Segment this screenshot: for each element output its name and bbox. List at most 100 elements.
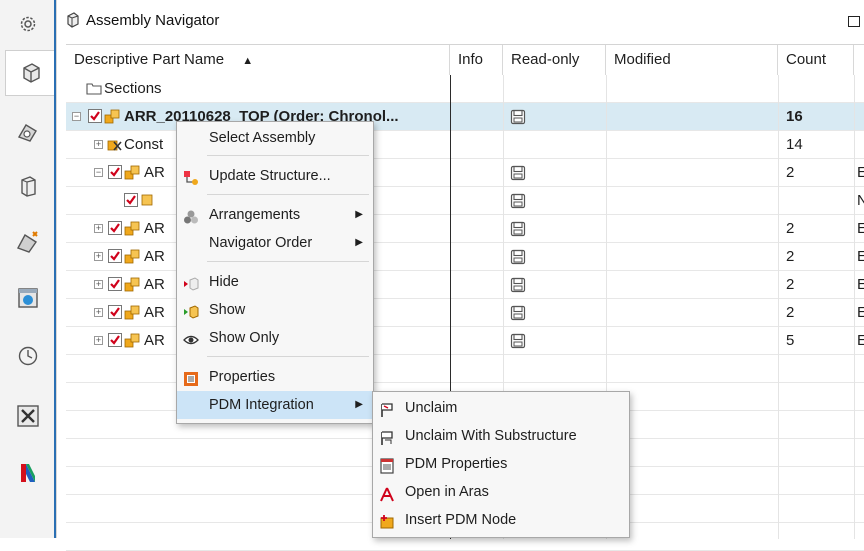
resource-bar <box>0 0 57 538</box>
unclaim-substructure-icon <box>379 428 395 445</box>
row-count: 16 <box>786 108 803 125</box>
visibility-checkbox[interactable] <box>88 109 102 123</box>
row-extra-column: E <box>857 220 864 237</box>
row-count: 14 <box>786 136 803 153</box>
submenu-arrow-icon: ▶ <box>355 399 363 410</box>
menu-item-select-assembly[interactable]: Select Assembly <box>177 124 373 152</box>
submenu-arrow-icon: ▶ <box>355 237 363 248</box>
column-header-readonly[interactable]: Read-only <box>503 45 606 75</box>
menu-item-pdm-properties[interactable]: PDM Properties <box>373 450 629 478</box>
expand-toggle[interactable]: + <box>94 252 103 261</box>
read-only-disk-icon <box>510 305 526 321</box>
read-only-disk-icon <box>510 165 526 181</box>
row-extra-column: E <box>857 276 864 293</box>
menu-item-show-only[interactable]: Show Only <box>177 324 373 352</box>
visibility-checkbox[interactable] <box>108 333 122 347</box>
read-only-disk-icon <box>510 333 526 349</box>
column-header-modified[interactable]: Modified <box>606 45 778 75</box>
column-header-info[interactable]: Info <box>450 45 503 75</box>
menu-item-insert-pdm-node[interactable]: Insert PDM Node <box>373 506 629 534</box>
visibility-checkbox[interactable] <box>108 249 122 263</box>
menu-separator <box>207 194 369 195</box>
visibility-checkbox[interactable] <box>124 193 138 207</box>
assembly-icon <box>124 248 140 264</box>
assembly-navigator-icon[interactable] <box>5 50 56 96</box>
menu-separator <box>207 356 369 357</box>
row-extra-column: E <box>857 304 864 321</box>
row-count: 5 <box>786 332 795 349</box>
assembly-icon <box>104 108 120 124</box>
row-count: 2 <box>786 304 795 321</box>
menu-item-properties[interactable]: Properties <box>177 363 373 391</box>
menu-item-unclaim-with-substructure[interactable]: Unclaim With Substructure <box>373 422 629 450</box>
menu-item-unclaim[interactable]: Unclaim <box>373 394 629 422</box>
row-name: Const <box>124 136 164 153</box>
assembly-icon <box>124 332 140 348</box>
menu-item-pdm-integration[interactable]: PDM Integration ▶ <box>177 391 373 419</box>
assembly-icon <box>124 304 140 320</box>
menu-item-hide[interactable]: Hide <box>177 268 373 296</box>
web-browser-icon[interactable] <box>12 282 44 314</box>
menu-item-arrangements[interactable]: Arrangements ▶ <box>177 201 373 229</box>
navigator-titlebar: Assembly Navigator <box>60 0 864 40</box>
visibility-checkbox[interactable] <box>108 221 122 235</box>
constraint-navigator-icon[interactable] <box>12 116 44 148</box>
expand-toggle[interactable]: + <box>94 336 103 345</box>
submenu-arrow-icon: ▶ <box>355 209 363 220</box>
row-name: AR <box>144 220 165 237</box>
read-only-disk-icon <box>510 277 526 293</box>
properties-icon <box>183 369 199 386</box>
pdm-properties-icon <box>379 456 395 474</box>
palette-icon[interactable] <box>12 456 44 488</box>
menu-separator <box>207 261 369 262</box>
unclaim-icon <box>379 400 395 417</box>
menu-item-open-in-aras[interactable]: Open in Aras <box>373 478 629 506</box>
row-extra-column: E <box>857 164 864 181</box>
row-name: AR <box>144 332 165 349</box>
constraints-icon <box>106 136 122 152</box>
part-navigator-icon[interactable] <box>12 170 44 202</box>
expand-toggle[interactable]: + <box>94 224 103 233</box>
row-count: 2 <box>786 220 795 237</box>
expand-toggle[interactable]: + <box>94 308 103 317</box>
history-icon[interactable] <box>12 340 44 372</box>
menu-item-update-structure[interactable]: Update Structure... <box>177 162 373 190</box>
column-header-next[interactable] <box>854 45 864 75</box>
context-menu: Select Assembly Update Structure... Arra… <box>176 121 374 424</box>
assembly-icon <box>124 220 140 236</box>
collapse-toggle[interactable]: − <box>72 112 81 121</box>
sort-ascending-icon: ▲ <box>242 55 254 67</box>
aras-icon <box>379 484 395 502</box>
pdm-submenu: Unclaim Unclaim With Substructure PDM Pr… <box>372 391 630 538</box>
assembly-icon <box>124 164 140 180</box>
row-name: Sections <box>104 80 162 97</box>
visibility-checkbox[interactable] <box>108 305 122 319</box>
show-icon <box>183 302 199 319</box>
process-studio-icon[interactable] <box>12 400 44 432</box>
expand-toggle[interactable]: + <box>94 140 103 149</box>
assembly-icon <box>124 276 140 292</box>
navigator-title: Assembly Navigator <box>86 12 220 29</box>
show-only-icon <box>183 330 199 346</box>
maximize-icon[interactable] <box>848 16 860 27</box>
visibility-checkbox[interactable] <box>108 277 122 291</box>
row-extra-column: E <box>857 248 864 265</box>
reuse-library-icon[interactable] <box>12 226 44 258</box>
row-extra-column: N <box>857 192 864 209</box>
row-count: 2 <box>786 248 795 265</box>
collapse-toggle[interactable]: − <box>94 168 103 177</box>
expand-toggle[interactable]: + <box>94 280 103 289</box>
visibility-checkbox[interactable] <box>108 165 122 179</box>
column-header-count[interactable]: Count <box>778 45 854 75</box>
row-count: 2 <box>786 164 795 181</box>
column-header-name[interactable]: Descriptive Part Name ▲ <box>66 45 450 75</box>
column-divider <box>778 75 779 539</box>
menu-item-show[interactable]: Show <box>177 296 373 324</box>
table-row[interactable]: Sections <box>66 75 864 103</box>
settings-gear-icon[interactable] <box>12 8 44 40</box>
menu-item-navigator-order[interactable]: Navigator Order ▶ <box>177 229 373 257</box>
rail-border <box>54 0 56 538</box>
read-only-disk-icon <box>510 193 526 209</box>
row-count: 2 <box>786 276 795 293</box>
part-icon <box>140 192 156 208</box>
